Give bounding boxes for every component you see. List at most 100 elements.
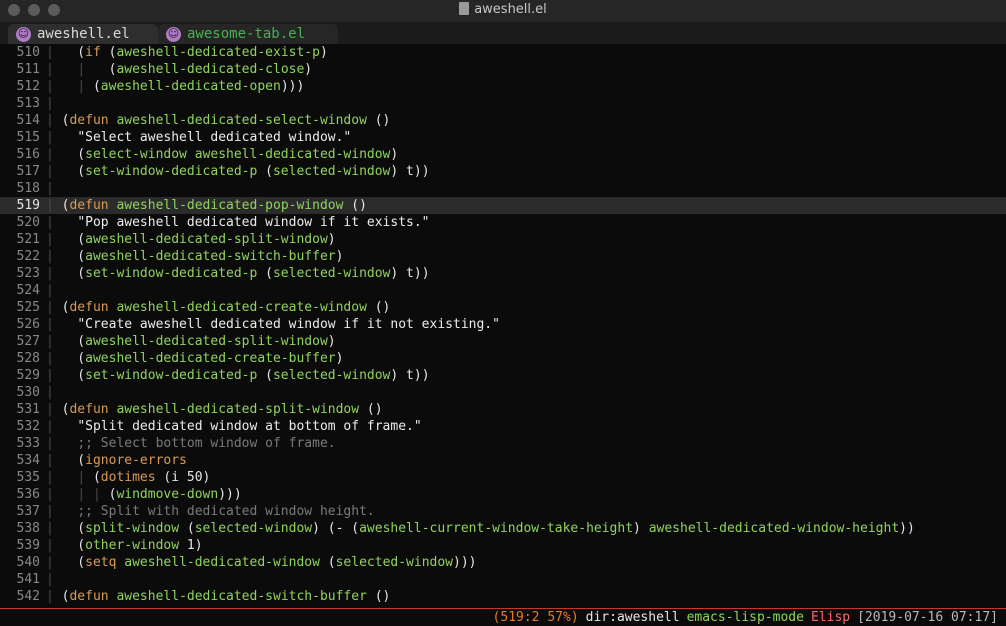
language-indicator: Elisp (810, 610, 851, 625)
line-text: | (dotimes (i 50) (77, 470, 211, 485)
line-separator: | (46, 385, 62, 400)
code-line[interactable]: 514 | (defun aweshell-dedicated-select-wi… (0, 112, 1006, 129)
line-number: 539 (16, 538, 40, 553)
code-line[interactable]: 513 | (0, 95, 1006, 112)
directory-indicator: dir:aweshell (585, 610, 680, 625)
line-text: "Split dedicated window at bottom of fra… (77, 419, 422, 434)
line-text: (defun aweshell-dedicated-split-window (… (61, 402, 383, 417)
window-title-text: aweshell.el (474, 2, 547, 17)
line-separator: | (46, 368, 62, 383)
line-number: 540 (16, 555, 40, 570)
code-line[interactable]: 532 | "Split dedicated window at bottom o… (0, 418, 1006, 435)
line-text: (ignore-errors (61, 453, 187, 468)
line-separator: | (46, 351, 62, 366)
line-number: 535 (16, 470, 40, 485)
line-separator: | (46, 402, 62, 417)
line-number: 531 (16, 402, 40, 417)
code-line[interactable]: 521 | (aweshell-dedicated-split-window) (0, 231, 1006, 248)
line-number: 517 (16, 164, 40, 179)
line-number: 536 (16, 487, 40, 502)
line-number: 537 (16, 504, 40, 519)
line-text: (defun aweshell-dedicated-create-window … (61, 300, 391, 315)
line-separator: | (46, 62, 62, 77)
line-number: 513 (16, 96, 40, 111)
line-number: 519 (16, 198, 40, 213)
line-separator: | (46, 130, 62, 145)
code-line[interactable]: 510 | (if (aweshell-dedicated-exist-p) (0, 44, 1006, 61)
code-line[interactable]: 512 | | (aweshell-dedicated-open))) (0, 78, 1006, 95)
document-icon (459, 2, 470, 15)
line-separator: | (46, 521, 62, 536)
mode-line: (519:2 57%) dir:aweshell emacs-lisp-mode… (0, 608, 1006, 626)
code-line[interactable]: 539 | (other-window 1) (0, 537, 1006, 554)
code-line[interactable]: 537 | ;; Split with dedicated window heig… (0, 503, 1006, 520)
emacs-window: aweshell.el ☺ aweshell.el ☺ awesome-tab.… (0, 0, 1006, 626)
line-number: 541 (16, 572, 40, 587)
code-line[interactable]: 519 | (defun aweshell-dedicated-pop-windo… (0, 197, 1006, 214)
emacs-icon: ☺ (16, 26, 31, 42)
line-separator: | (46, 283, 62, 298)
line-text: (set-window-dedicated-p (selected-window… (61, 368, 430, 383)
tab-aweshell[interactable]: ☺ aweshell.el (8, 24, 158, 44)
cursor-position: (519:2 57%) (492, 610, 579, 625)
code-line[interactable]: 542 | (defun aweshell-dedicated-switch-bu… (0, 588, 1006, 605)
code-line[interactable]: 530 | (0, 384, 1006, 401)
code-line[interactable]: 538 | (split-window (selected-window) (- … (0, 520, 1006, 537)
code-line[interactable]: 524 | (0, 282, 1006, 299)
line-separator: | (46, 113, 62, 128)
datetime: [2019-07-16 07:17] (857, 610, 998, 625)
line-separator: | (46, 436, 62, 451)
code-line[interactable]: 536 | | | (windmove-down))) (0, 486, 1006, 503)
line-separator: | (46, 164, 62, 179)
line-separator: | (46, 266, 62, 281)
code-editor[interactable]: 510 | (if (aweshell-dedicated-exist-p) 511… (0, 44, 1006, 608)
line-number: 530 (16, 385, 40, 400)
line-number: 523 (16, 266, 40, 281)
code-line[interactable]: 511 | | (aweshell-dedicated-close) (0, 61, 1006, 78)
line-number: 526 (16, 317, 40, 332)
line-text: (aweshell-dedicated-switch-buffer) (61, 249, 344, 264)
line-number: 533 (16, 436, 40, 451)
emacs-icon: ☺ (166, 26, 181, 42)
line-number: 520 (16, 215, 40, 230)
code-line[interactable]: 518 | (0, 180, 1006, 197)
tab-awesome-tab[interactable]: ☺ awesome-tab.el (158, 24, 338, 44)
line-separator: | (46, 453, 62, 468)
code-line[interactable]: 541 | (0, 571, 1006, 588)
line-number: 515 (16, 130, 40, 145)
line-text: ;; Split with dedicated window height. (77, 504, 375, 519)
code-line[interactable]: 522 | (aweshell-dedicated-switch-buffer) (0, 248, 1006, 265)
code-line[interactable]: 529 | (set-window-dedicated-p (selected-w… (0, 367, 1006, 384)
code-line[interactable]: 523 | (set-window-dedicated-p (selected-w… (0, 265, 1006, 282)
code-line[interactable]: 515 | "Select aweshell dedicated window." (0, 129, 1006, 146)
code-line[interactable]: 525 | (defun aweshell-dedicated-create-wi… (0, 299, 1006, 316)
line-text: (defun aweshell-dedicated-pop-window () (61, 198, 367, 213)
line-separator: | (46, 589, 62, 604)
code-line[interactable]: 540 | (setq aweshell-dedicated-window (se… (0, 554, 1006, 571)
major-mode: emacs-lisp-mode (686, 610, 804, 625)
line-number: 522 (16, 249, 40, 264)
code-line[interactable]: 526 | "Create aweshell dedicated window i… (0, 316, 1006, 333)
code-line[interactable]: 527 | (aweshell-dedicated-split-window) (0, 333, 1006, 350)
line-number: 528 (16, 351, 40, 366)
code-line[interactable]: 517 | (set-window-dedicated-p (selected-w… (0, 163, 1006, 180)
line-text: (aweshell-dedicated-split-window) (61, 232, 336, 247)
line-text: ;; Select bottom window of frame. (77, 436, 336, 451)
line-separator: | (46, 181, 62, 196)
code-line[interactable]: 520 | "Pop aweshell dedicated window if i… (0, 214, 1006, 231)
code-line[interactable]: 531 | (defun aweshell-dedicated-split-win… (0, 401, 1006, 418)
line-text: "Pop aweshell dedicated window if it exi… (77, 215, 430, 230)
window-title: aweshell.el (0, 2, 1006, 17)
code-line[interactable]: 528 | (aweshell-dedicated-create-buffer) (0, 350, 1006, 367)
code-line[interactable]: 535 | | (dotimes (i 50) (0, 469, 1006, 486)
line-separator: | (46, 96, 62, 111)
line-separator: | (46, 232, 62, 247)
line-separator: | (46, 419, 62, 434)
tab-label: aweshell.el (37, 26, 130, 42)
line-text: (if (aweshell-dedicated-exist-p) (61, 45, 328, 60)
line-separator: | (46, 198, 62, 213)
code-line[interactable]: 533 | ;; Select bottom window of frame. (0, 435, 1006, 452)
code-line[interactable]: 534 | (ignore-errors (0, 452, 1006, 469)
line-number: 514 (16, 113, 40, 128)
code-line[interactable]: 516 | (select-window aweshell-dedicated-w… (0, 146, 1006, 163)
